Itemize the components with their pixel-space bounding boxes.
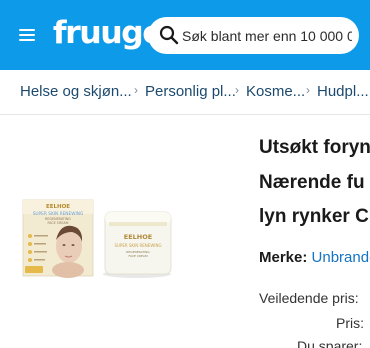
menu-icon[interactable]: [19, 27, 41, 43]
site-header: fruugo: [0, 0, 370, 70]
chevron-right-icon: ›: [134, 83, 138, 97]
jar-product-line-1: SUPER SKIN RENEWING: [114, 243, 161, 248]
brand-link[interactable]: Unbrande: [312, 249, 370, 266]
brand-row: Merke: Unbrande: [259, 249, 370, 266]
breadcrumb-item-personal-care[interactable]: Personlig pl...: [145, 83, 236, 100]
chevron-right-icon: ›: [306, 83, 310, 97]
jar-product-line-3: FACE CREAM: [128, 254, 148, 258]
search-input[interactable]: [182, 17, 352, 54]
price-label: Pris:: [336, 315, 364, 331]
search-bar[interactable]: [148, 17, 359, 54]
box-brand-text: EELHOE: [46, 204, 70, 210]
breadcrumb-item-skincare[interactable]: Hudpl...: [317, 83, 369, 100]
product-title-line-2: Nærende fu: [259, 172, 365, 193]
savings-label: Du sparer:: [297, 338, 363, 348]
breadcrumb: Helse og skjøn... › Personlig pl... › Ko…: [0, 70, 370, 115]
product-title-line-1: Utsøkt foryng: [259, 137, 370, 158]
product-title-line-3: lyn rynker C: [259, 206, 369, 227]
breadcrumb-item-health-beauty[interactable]: Helse og skjøn...: [20, 83, 132, 100]
box-product-line-3: FACE CREAM: [48, 221, 69, 225]
breadcrumb-item-cosmetics[interactable]: Kosme...: [246, 83, 305, 100]
jar-brand-text: EELHOE: [124, 233, 152, 241]
rrp-label: Veiledende pris:: [259, 290, 359, 306]
chevron-right-icon: ›: [235, 83, 239, 97]
search-icon[interactable]: [159, 25, 179, 45]
site-logo[interactable]: fruugo: [53, 15, 164, 55]
brand-label: Merke:: [259, 249, 308, 266]
product-image[interactable]: EELHOE SUPER SKIN RENEWING REGENERATING …: [20, 190, 220, 280]
